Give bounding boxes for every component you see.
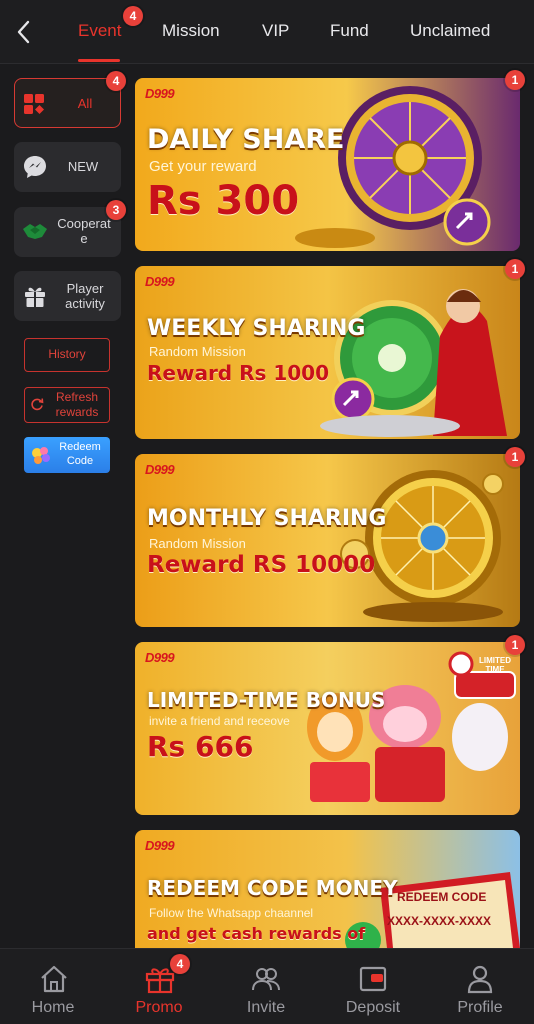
refresh-icon: [31, 398, 44, 411]
nav-label: Invite: [246, 999, 286, 1016]
sidebar-item-all[interactable]: All: [14, 78, 121, 128]
sidebar-item-label: Player activity: [65, 281, 105, 311]
limited-time-tag: LIMITED TIME: [479, 656, 511, 674]
banner-redeem-code-money[interactable]: D999 REDEEM CODE MONEY Follow the Whatsa…: [135, 830, 520, 948]
banner-limited-time-bonus[interactable]: LIMITED TIME D999 LIMITED-TIME BONUS inv…: [135, 642, 520, 815]
sidebar-all-badge: 4: [106, 71, 126, 91]
redeem-gift-icon: [32, 447, 50, 464]
tab-event[interactable]: Event: [78, 21, 121, 41]
refresh-rewards-button[interactable]: Refresh rewards: [24, 387, 110, 423]
banner-badge: 1: [505, 70, 525, 90]
nav-item-deposit[interactable]: Deposit: [320, 949, 426, 1024]
chat-bubble-icon: [24, 156, 46, 178]
sidebar-cooperate-badge: 3: [106, 200, 126, 220]
nav-item-profile[interactable]: Profile: [427, 949, 533, 1024]
tab-active-indicator: [78, 59, 120, 62]
banner-reward: Rs 300: [147, 178, 300, 224]
banner-subtitle: Get your reward: [149, 158, 257, 175]
banner-title: WEEKLY SHARING: [147, 316, 366, 341]
refresh-rewards-label: Refresh rewards: [55, 390, 99, 419]
top-tab-bar: Event 4 Mission VIP Fund Unclaimed: [0, 0, 534, 64]
nav-label: Promo: [135, 999, 183, 1016]
person-icon: [467, 965, 493, 994]
people-icon: [252, 968, 280, 991]
home-icon: [41, 965, 67, 993]
banner-title: LIMITED-TIME BONUS: [147, 688, 386, 712]
sidebar-item-label: NEW: [67, 159, 99, 174]
redeem-code-button[interactable]: Redeem Code: [24, 437, 110, 473]
banner-subtitle: invite a friend and receove: [149, 714, 290, 728]
tab-mission[interactable]: Mission: [162, 21, 220, 41]
nav-label: Profile: [457, 999, 503, 1016]
brand-logo: D999: [145, 86, 175, 101]
banner-reward: Reward Rs 1000: [147, 361, 330, 385]
promo-badge: 4: [170, 954, 190, 974]
banner-subtitle: Random Mission: [149, 344, 246, 359]
banner-subtitle: Follow the Whatsapp chaannel: [149, 906, 314, 920]
nav-item-home[interactable]: Home: [0, 949, 106, 1024]
promo-page: Event 4 Mission VIP Fund Unclaimed All 4…: [0, 0, 534, 1024]
banner-badge: 1: [505, 635, 525, 655]
banner-reward: Reward RS 10000: [147, 552, 376, 578]
redeem-code-value: XXXX-XXXX-XXXX: [387, 914, 492, 928]
sidebar-item-player-activity[interactable]: Player activity: [14, 271, 121, 321]
brand-logo: D999: [145, 650, 175, 665]
banner-subtitle: Random Mission: [149, 536, 246, 551]
tab-vip[interactable]: VIP: [262, 21, 289, 41]
gift-icon: [25, 287, 45, 307]
banner-weekly-sharing[interactable]: D999 WEEKLY SHARING Random Mission Rewar…: [135, 266, 520, 439]
banner-subtitle-2: and get cash rewards of: [147, 924, 366, 943]
wallet-icon: [359, 966, 387, 992]
tab-unclaimed[interactable]: Unclaimed: [410, 21, 490, 41]
nav-item-invite[interactable]: Invite: [213, 949, 319, 1024]
redeem-code-title: REDEEM CODE: [397, 890, 487, 904]
back-arrow-icon[interactable]: [12, 18, 36, 46]
banner-background: [135, 642, 520, 815]
brand-logo: D999: [145, 838, 175, 853]
grid-icon: [24, 94, 44, 114]
banner-reward: Rs 666: [147, 730, 254, 763]
sidebar-item-new[interactable]: NEW: [14, 142, 121, 192]
banner-title: MONTHLY SHARING: [147, 506, 387, 531]
nav-label: Deposit: [345, 999, 401, 1016]
banner-title: DAILY SHARE: [147, 124, 345, 155]
history-button[interactable]: History: [24, 338, 110, 372]
banner-title: REDEEM CODE MONEY: [147, 876, 398, 900]
banner-monthly-sharing[interactable]: D999 MONTHLY SHARING Random Mission Rewa…: [135, 454, 520, 627]
sidebar-item-label: All: [77, 96, 93, 111]
brand-logo: D999: [145, 462, 175, 477]
banner-badge: 1: [505, 259, 525, 279]
nav-item-promo[interactable]: 4 Promo: [106, 949, 212, 1024]
sidebar-item-label: Cooperat e: [57, 216, 111, 246]
tab-event-badge: 4: [123, 6, 143, 26]
brand-logo: D999: [145, 274, 175, 289]
bottom-nav: Home 4 Promo Invite Deposit Profile: [0, 948, 534, 1024]
banner-badge: 1: [505, 447, 525, 467]
nav-label: Home: [31, 999, 75, 1016]
sidebar-item-cooperate[interactable]: Cooperat e: [14, 207, 121, 257]
redeem-code-label: Redeem Code: [59, 441, 101, 467]
tab-fund[interactable]: Fund: [330, 21, 369, 41]
handshake-icon: [23, 224, 47, 239]
banner-daily-share[interactable]: D999 DAILY SHARE Get your reward Rs 300: [135, 78, 520, 251]
